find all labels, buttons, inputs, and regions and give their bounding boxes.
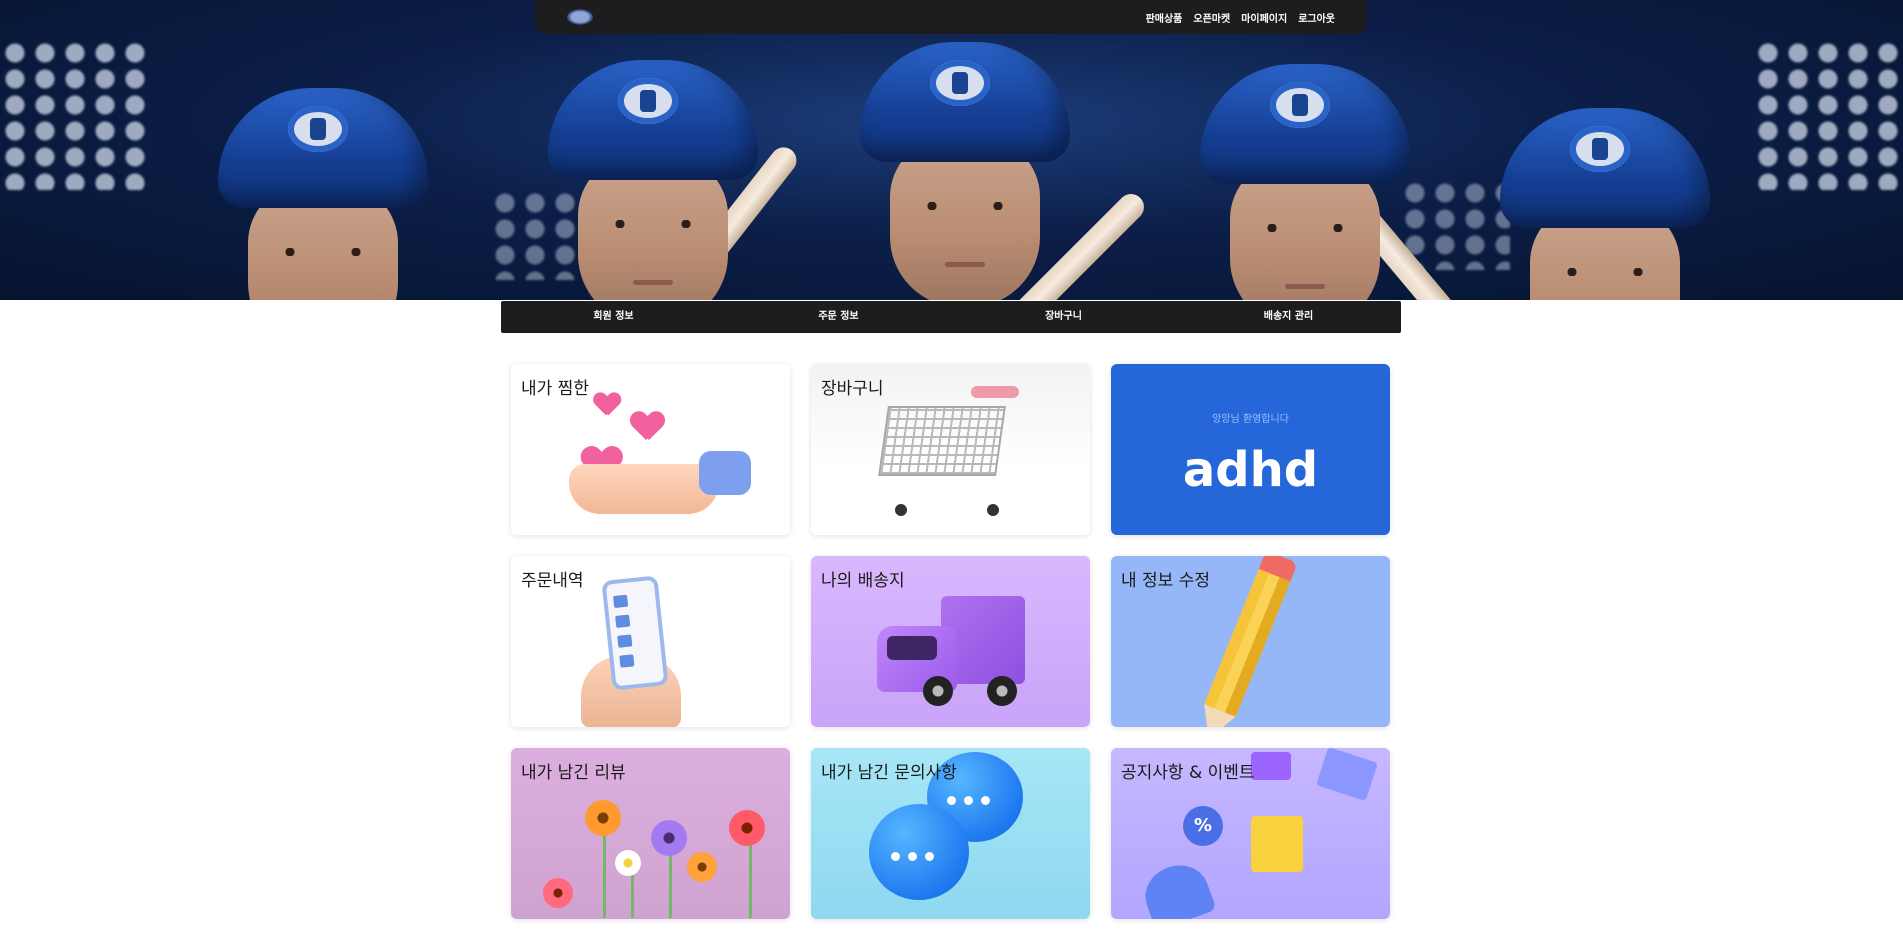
card-promo-banner[interactable]: 앙앙님 환영합니다 adhd bbox=[1111, 364, 1390, 535]
card-edit-profile[interactable]: 내 정보 수정 bbox=[1111, 556, 1390, 727]
top-navigation-bar: 판매상품 오픈마켓 마이페이지 로그아웃 bbox=[535, 0, 1367, 34]
nav-link-mypage[interactable]: 마이페이지 bbox=[1241, 10, 1287, 25]
card-label: 나의 배송지 bbox=[821, 571, 905, 591]
tab-order-info[interactable]: 주문 정보 bbox=[726, 301, 951, 333]
card-my-reviews[interactable]: 내가 남긴 리뷰 bbox=[511, 748, 790, 919]
card-shipping-address[interactable]: 나의 배송지 bbox=[811, 556, 1090, 727]
tab-cart[interactable]: 장바구니 bbox=[951, 301, 1176, 333]
mypage-menu-grid: 내가 찜한 장바구니 앙앙님 환영합니다 adhd 주문내역 나의 배송지 내 … bbox=[511, 364, 1391, 919]
card-wishlist[interactable]: 내가 찜한 bbox=[511, 364, 790, 535]
welcome-text: 앙앙님 환영합니다 bbox=[1212, 414, 1289, 425]
card-my-inquiries[interactable]: 내가 남긴 문의사항 bbox=[811, 748, 1090, 919]
card-label: 내가 남긴 문의사항 bbox=[821, 763, 957, 783]
card-label: 장바구니 bbox=[821, 379, 884, 399]
card-label: 내가 남긴 리뷰 bbox=[521, 763, 626, 783]
card-label: 내 정보 수정 bbox=[1121, 571, 1211, 591]
stadium-lights bbox=[0, 40, 150, 190]
stadium-lights bbox=[1400, 180, 1510, 270]
player-image bbox=[1500, 108, 1710, 300]
nav-link-open-market[interactable]: 오픈마켓 bbox=[1193, 10, 1230, 25]
mypage-tab-bar: 회원 정보 주문 정보 장바구니 배송지 관리 bbox=[501, 301, 1401, 333]
player-image bbox=[860, 42, 1070, 300]
promo-logo-text: adhd bbox=[1182, 442, 1319, 498]
tab-member-info[interactable]: 회원 정보 bbox=[501, 301, 726, 333]
hero-banner: 판매상품 오픈마켓 마이페이지 로그아웃 bbox=[0, 0, 1903, 300]
card-cart[interactable]: 장바구니 bbox=[811, 364, 1090, 535]
nav-link-logout[interactable]: 로그아웃 bbox=[1298, 10, 1335, 25]
nav-link-products[interactable]: 판매상품 bbox=[1146, 10, 1183, 25]
top-nav-links: 판매상품 오픈마켓 마이페이지 로그아웃 bbox=[1146, 0, 1335, 34]
card-label: 공지사항 & 이벤트 bbox=[1121, 763, 1255, 783]
player-image bbox=[218, 88, 428, 300]
pencil-icon bbox=[1204, 565, 1292, 717]
tab-shipping-address[interactable]: 배송지 관리 bbox=[1176, 301, 1401, 333]
stadium-lights bbox=[1753, 40, 1903, 190]
player-image bbox=[548, 60, 758, 300]
card-order-history[interactable]: 주문내역 bbox=[511, 556, 790, 727]
player-image bbox=[1200, 64, 1410, 300]
card-label: 주문내역 bbox=[521, 571, 584, 591]
dinos-logo-icon[interactable] bbox=[565, 8, 595, 26]
card-notice-event[interactable]: 공지사항 & 이벤트 % bbox=[1111, 748, 1390, 919]
card-label: 내가 찜한 bbox=[521, 379, 589, 399]
